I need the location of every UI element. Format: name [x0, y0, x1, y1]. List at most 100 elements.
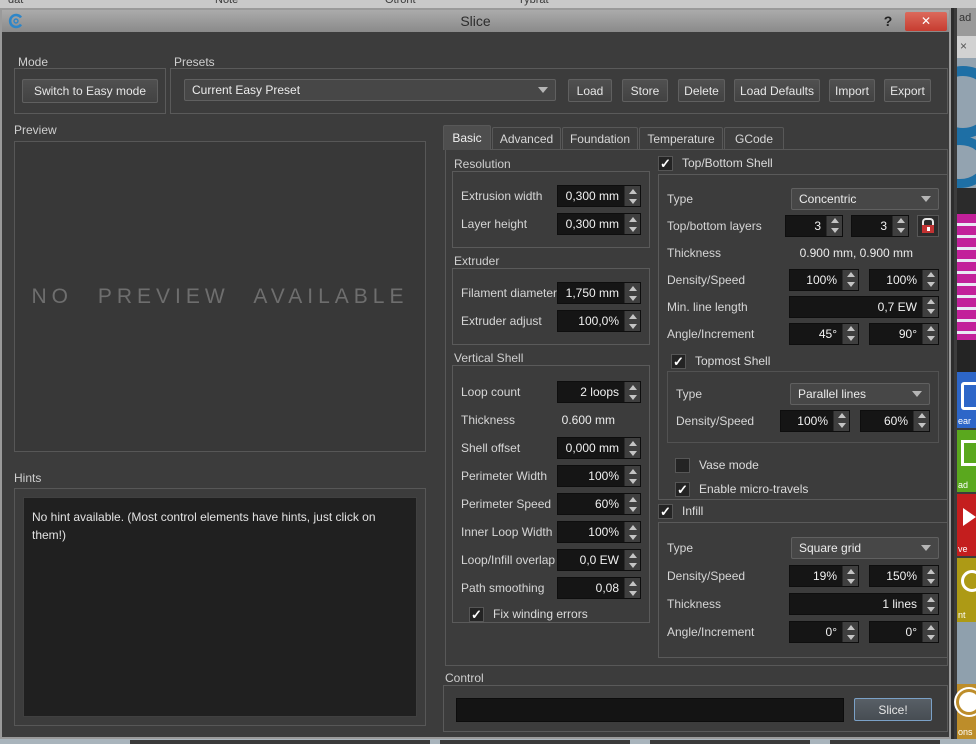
- store-button[interactable]: Store: [622, 79, 668, 102]
- top-bottom-shell-group: Type Concentric Top/bottom layers 3 3: [658, 174, 948, 500]
- delete-button[interactable]: Delete: [678, 79, 725, 102]
- min-line-length-spinner[interactable]: 0,7 EW: [789, 296, 939, 318]
- slice-button[interactable]: Slice!: [854, 698, 932, 721]
- extrusion-width-spinner[interactable]: 0,300 mm: [557, 185, 641, 207]
- spinner-arrows[interactable]: [922, 270, 938, 290]
- preset-dropdown[interactable]: Current Easy Preset: [184, 79, 556, 101]
- spinner-arrows[interactable]: [624, 522, 640, 542]
- resolution-group: Extrusion width 0,300 mm Layer height 0,…: [452, 171, 650, 248]
- topmost-type-dropdown[interactable]: Parallel lines: [790, 383, 930, 405]
- tab-advanced[interactable]: Advanced: [492, 127, 561, 149]
- bg-magenta-panel: [957, 214, 976, 340]
- tab-basic[interactable]: Basic: [443, 125, 491, 150]
- infill-density-spinner[interactable]: 19%: [789, 565, 859, 587]
- hints-panel: No hint available. (Most control element…: [23, 497, 417, 717]
- spinner-arrows[interactable]: [922, 324, 938, 344]
- spinner-arrows[interactable]: [913, 411, 929, 431]
- preview-area: NO PREVIEW AVAILABLE: [14, 141, 426, 452]
- infill-speed-spinner[interactable]: 150%: [869, 565, 939, 587]
- extruder-adjust-spinner[interactable]: 100,0%: [557, 310, 641, 332]
- tab-temperature[interactable]: Temperature: [639, 127, 723, 149]
- spinner-arrows[interactable]: [922, 594, 938, 614]
- spinner-arrows[interactable]: [922, 566, 938, 586]
- bg-tool-save[interactable]: ve: [957, 494, 976, 556]
- top-fragment: Tybrat: [518, 0, 549, 6]
- path-smoothing-spinner[interactable]: 0,08: [557, 577, 641, 599]
- load-defaults-button[interactable]: Load Defaults: [734, 79, 820, 102]
- bg-viewport-logo: [957, 58, 976, 188]
- vertical-shell-group-label: Vertical Shell: [454, 351, 523, 365]
- spinner-arrows[interactable]: [624, 578, 640, 598]
- bg-tool-options[interactable]: ons: [957, 684, 976, 739]
- top-layers-spinner[interactable]: 3: [785, 215, 843, 237]
- spinner-arrows[interactable]: [922, 622, 938, 642]
- spinner-arrows[interactable]: [922, 297, 938, 317]
- filament-diameter-spinner[interactable]: 1,750 mm: [557, 282, 641, 304]
- shell-thickness-value: 0.600 mm: [562, 413, 641, 427]
- spinner-arrows[interactable]: [624, 311, 640, 331]
- shell-offset-spinner[interactable]: 0,000 mm: [557, 437, 641, 459]
- no-preview-text: NO PREVIEW AVAILABLE: [32, 285, 409, 309]
- perimeter-speed-spinner[interactable]: 60%: [557, 493, 641, 515]
- perimeter-width-spinner[interactable]: 100%: [557, 465, 641, 487]
- tab-gcode[interactable]: GCode: [724, 127, 784, 149]
- chevron-down-icon: [921, 196, 931, 202]
- bg-close-fragment: ×: [957, 36, 976, 58]
- chevron-down-icon: [921, 545, 931, 551]
- spinner-arrows[interactable]: [624, 382, 640, 402]
- bg-tool-load[interactable]: ad: [957, 430, 976, 492]
- spinner-arrows[interactable]: [892, 216, 908, 236]
- infill-thickness-spinner[interactable]: 1 lines: [789, 593, 939, 615]
- export-button[interactable]: Export: [884, 79, 931, 102]
- infill-angle-spinner[interactable]: 0°: [789, 621, 859, 643]
- top-fragment: dat: [8, 0, 23, 6]
- infill-increment-spinner[interactable]: 0°: [869, 621, 939, 643]
- infill-checkbox[interactable]: ✓: [658, 504, 673, 519]
- spinner-arrows[interactable]: [842, 270, 858, 290]
- spinner-arrows[interactable]: [826, 216, 842, 236]
- tbs-angle-spinner[interactable]: 45°: [789, 323, 859, 345]
- spinner-arrows[interactable]: [624, 466, 640, 486]
- topmost-speed-spinner[interactable]: 60%: [860, 410, 930, 432]
- import-button[interactable]: Import: [829, 79, 875, 102]
- loop-infill-overlap-spinner[interactable]: 0,0 EW: [557, 549, 641, 571]
- spinner-arrows[interactable]: [842, 622, 858, 642]
- tbs-type-dropdown[interactable]: Concentric: [791, 188, 939, 210]
- load-button[interactable]: Load: [568, 79, 612, 102]
- loop-count-spinner[interactable]: 2 loops: [557, 381, 641, 403]
- tab-foundation[interactable]: Foundation: [562, 127, 638, 149]
- help-button[interactable]: ?: [877, 10, 899, 32]
- topmost-density-spinner[interactable]: 100%: [780, 410, 850, 432]
- spinner-arrows[interactable]: [842, 324, 858, 344]
- topmost-shell-checkbox[interactable]: ✓: [671, 354, 686, 369]
- spinner-arrows[interactable]: [833, 411, 849, 431]
- layers-lock-button[interactable]: [917, 215, 939, 237]
- close-button[interactable]: ✕: [905, 12, 947, 31]
- background-window-edge: ad × ear ad ve nt ons: [951, 8, 976, 739]
- tbs-density-spinner[interactable]: 100%: [789, 269, 859, 291]
- spinner-arrows[interactable]: [624, 186, 640, 206]
- switch-easy-mode-button[interactable]: Switch to Easy mode: [22, 79, 158, 103]
- bg-tool-clear[interactable]: ear: [957, 372, 976, 428]
- infill-type-dropdown[interactable]: Square grid: [791, 537, 939, 559]
- spinner-arrows[interactable]: [624, 438, 640, 458]
- topmost-shell-group: Type Parallel lines Density/Speed 100% 6…: [667, 371, 939, 443]
- tbs-speed-spinner[interactable]: 100%: [869, 269, 939, 291]
- hints-group: No hint available. (Most control element…: [14, 488, 426, 726]
- spinner-arrows[interactable]: [624, 214, 640, 234]
- title-bar[interactable]: Slice ? ✕: [2, 10, 949, 32]
- bottom-layers-spinner[interactable]: 3: [851, 215, 909, 237]
- fix-winding-errors-checkbox[interactable]: ✓: [469, 607, 484, 622]
- top-bottom-shell-checkbox[interactable]: ✓: [658, 156, 673, 171]
- tbs-increment-spinner[interactable]: 90°: [869, 323, 939, 345]
- layer-height-spinner[interactable]: 0,300 mm: [557, 213, 641, 235]
- inner-loop-width-spinner[interactable]: 100%: [557, 521, 641, 543]
- spinner-arrows[interactable]: [624, 550, 640, 570]
- vase-mode-checkbox[interactable]: [675, 458, 690, 473]
- spinner-arrows[interactable]: [624, 494, 640, 514]
- micro-travels-checkbox[interactable]: ✓: [675, 482, 690, 497]
- bg-tool-print[interactable]: nt: [957, 558, 976, 622]
- background-top-strip: dat Note Otront Tybrat: [0, 0, 976, 8]
- spinner-arrows[interactable]: [624, 283, 640, 303]
- spinner-arrows[interactable]: [842, 566, 858, 586]
